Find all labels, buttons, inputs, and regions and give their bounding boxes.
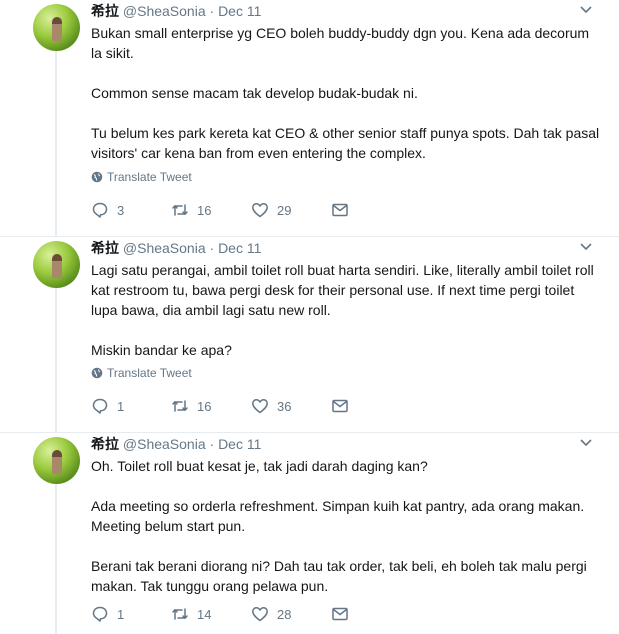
reply-button[interactable]: 3 — [91, 201, 171, 219]
user-handle[interactable]: @SheaSonia — [123, 3, 206, 19]
like-count: 29 — [277, 202, 292, 218]
separator-dot: · — [209, 240, 215, 256]
heart-icon — [252, 607, 268, 622]
reply-count: 3 — [117, 202, 125, 218]
tweet-date[interactable]: Dec 11 — [218, 240, 261, 256]
user-handle[interactable]: @SheaSonia — [123, 436, 206, 452]
direct-message-button[interactable] — [331, 201, 349, 219]
like-button[interactable]: 29 — [251, 201, 331, 219]
reply-icon — [92, 398, 108, 414]
tweet-date[interactable]: Dec 11 — [218, 436, 261, 452]
heart-icon — [252, 203, 268, 218]
reply-icon — [92, 606, 108, 622]
translate-tweet-link[interactable]: Translate Tweet — [91, 366, 192, 380]
globe-icon — [91, 171, 103, 183]
thread-line — [55, 484, 57, 634]
tweet-paragraph: Berani tak berani diorang ni? Dah tau ta… — [91, 558, 587, 594]
retweet-icon — [172, 400, 188, 412]
envelope-icon — [332, 399, 348, 413]
tweet[interactable]: 希拉 @SheaSonia · Dec 11 Oh. Toilet roll b… — [0, 433, 619, 634]
tweet-actions: 1 16 36 — [91, 397, 349, 415]
display-name[interactable]: 希拉 — [91, 240, 119, 256]
user-handle[interactable]: @SheaSonia — [123, 240, 206, 256]
like-count: 36 — [277, 398, 292, 414]
envelope-icon — [332, 203, 348, 217]
retweet-icon — [172, 608, 188, 620]
tweet-text: Oh. Toilet roll buat kesat je, tak jadi … — [91, 456, 601, 596]
retweet-count: 14 — [197, 606, 212, 622]
avatar[interactable] — [33, 437, 80, 484]
display-name[interactable]: 希拉 — [91, 436, 119, 452]
like-button[interactable]: 28 — [251, 605, 331, 623]
avatar[interactable] — [33, 241, 80, 288]
retweet-count: 16 — [197, 398, 212, 414]
tweet-paragraph: Oh. Toilet roll buat kesat je, tak jadi … — [91, 458, 428, 474]
display-name[interactable]: 希拉 — [91, 3, 119, 19]
avatar[interactable] — [33, 4, 80, 51]
tweet-date[interactable]: Dec 11 — [218, 3, 261, 19]
tweet-divider — [0, 432, 619, 433]
globe-icon — [91, 367, 103, 379]
tweet[interactable]: 希拉 @SheaSonia · Dec 11 Lagi satu peranga… — [0, 237, 619, 432]
tweet-paragraph: Tu belum kes park kereta kat CEO & other… — [91, 125, 600, 161]
retweet-count: 16 — [197, 202, 212, 218]
tweet-text: Lagi satu perangai, ambil toilet roll bu… — [91, 260, 601, 360]
reply-count: 1 — [117, 606, 125, 622]
tweet-header: 希拉 @SheaSonia · Dec 11 — [91, 238, 261, 258]
tweet-text: Bukan small enterprise yg CEO boleh budd… — [91, 23, 601, 163]
translate-label: Translate Tweet — [107, 170, 192, 184]
like-button[interactable]: 36 — [251, 397, 331, 415]
tweet-paragraph: Bukan small enterprise yg CEO boleh budd… — [91, 25, 590, 61]
thread-line — [55, 288, 57, 432]
direct-message-button[interactable] — [331, 605, 349, 623]
reply-icon — [92, 202, 108, 218]
chevron-down-icon[interactable] — [580, 6, 592, 14]
retweet-icon — [172, 204, 188, 216]
heart-icon — [252, 399, 268, 414]
separator-dot: · — [209, 3, 215, 19]
tweet-header: 希拉 @SheaSonia · Dec 11 — [91, 434, 261, 454]
tweet-thread: 希拉 @SheaSonia · Dec 11 Bukan small enter… — [0, 0, 619, 634]
separator-dot: · — [209, 436, 215, 452]
envelope-icon — [332, 607, 348, 621]
translate-tweet-link[interactable]: Translate Tweet — [91, 170, 192, 184]
tweet-actions: 1 14 28 — [91, 605, 349, 623]
retweet-button[interactable]: 16 — [171, 201, 251, 219]
thread-line — [55, 51, 57, 236]
reply-count: 1 — [117, 398, 125, 414]
chevron-down-icon[interactable] — [580, 243, 592, 251]
chevron-down-icon[interactable] — [580, 439, 592, 447]
tweet-paragraph: Common sense macam tak develop budak-bud… — [91, 85, 418, 101]
direct-message-button[interactable] — [331, 397, 349, 415]
tweet-actions: 3 16 29 — [91, 201, 349, 219]
like-count: 28 — [277, 606, 292, 622]
tweet-header: 希拉 @SheaSonia · Dec 11 — [91, 1, 261, 21]
retweet-button[interactable]: 14 — [171, 605, 251, 623]
reply-button[interactable]: 1 — [91, 397, 171, 415]
tweet-paragraph: Ada meeting so orderla refreshment. Simp… — [91, 498, 585, 534]
tweet-paragraph: Miskin bandar ke apa? — [91, 342, 232, 358]
reply-button[interactable]: 1 — [91, 605, 171, 623]
translate-label: Translate Tweet — [107, 366, 192, 380]
tweet-paragraph: Lagi satu perangai, ambil toilet roll bu… — [91, 262, 594, 318]
tweet[interactable]: 希拉 @SheaSonia · Dec 11 Bukan small enter… — [0, 0, 619, 236]
retweet-button[interactable]: 16 — [171, 397, 251, 415]
tweet-divider — [0, 236, 619, 237]
